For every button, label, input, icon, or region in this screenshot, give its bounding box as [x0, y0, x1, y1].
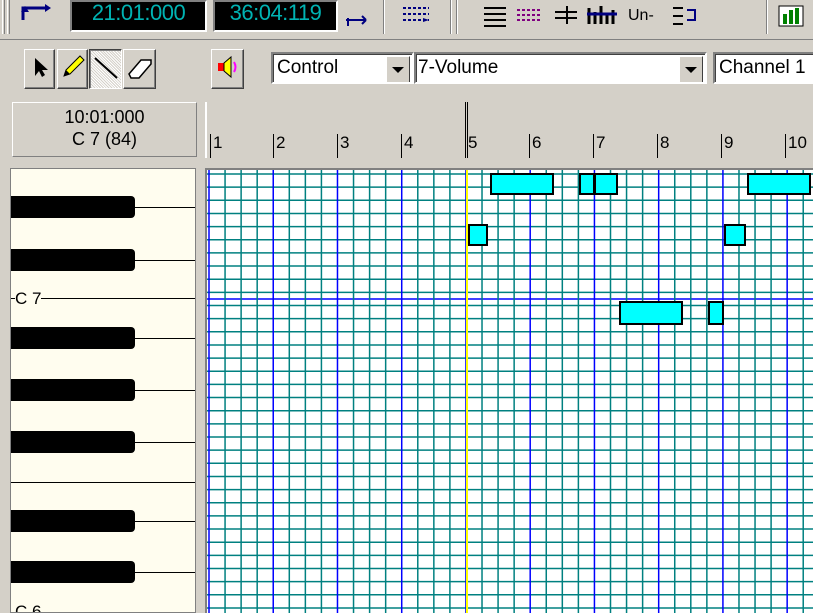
octave-label-c7: C 7	[15, 289, 42, 309]
ruler-measure-label: 5	[468, 133, 478, 152]
svg-text:Un-: Un-	[628, 7, 654, 24]
ruler-measure-label: 10	[788, 133, 807, 152]
midi-note[interactable]	[594, 173, 618, 195]
channel-select[interactable]: Channel 1	[713, 52, 813, 84]
end-time-display[interactable]: 36:04:119	[213, 0, 338, 32]
piano-key-divider	[11, 260, 195, 261]
piano-key-divider	[11, 521, 195, 522]
note-grid-canvas[interactable]	[207, 170, 813, 613]
piano-key-divider	[11, 338, 195, 339]
ruler-measure-label: 3	[340, 133, 350, 152]
ruler-measure-tick	[721, 134, 722, 158]
ruler-measure-tick	[273, 134, 274, 158]
ruler-measure-label: 7	[596, 133, 606, 152]
snap-icon[interactable]	[342, 2, 372, 28]
ruler-measure-label: 6	[532, 133, 542, 152]
grid-background	[207, 170, 813, 613]
speaker-icon	[215, 54, 241, 85]
toolbar-separator	[456, 0, 458, 34]
ruler-measure-tick	[210, 134, 211, 158]
ruler-measure-tick	[593, 134, 594, 158]
piano-key-divider	[11, 482, 195, 483]
toolbar-separator	[450, 0, 452, 34]
toolbar-grip[interactable]	[2, 0, 5, 34]
ruler-measure-tick	[337, 134, 338, 158]
ruler-measure-label: 4	[404, 133, 414, 152]
select-tool-button[interactable]	[24, 49, 55, 89]
piano-keyboard[interactable]: C 7 C 6	[10, 168, 196, 613]
pencil-icon	[60, 54, 86, 85]
event-list-icon[interactable]	[515, 2, 543, 28]
loop-icon[interactable]	[19, 2, 53, 28]
select-arrow-icon	[31, 56, 49, 83]
erase-tool-button[interactable]	[123, 49, 156, 89]
cursor-pitch: C 7 (84)	[71, 129, 138, 149]
draw-tool-button[interactable]	[57, 49, 88, 89]
cursor-time: 10:01:000	[64, 107, 145, 127]
transport-toolbar: 21:01:000 36:04:119 Un-	[0, 0, 813, 40]
ruler-measure-tick	[465, 102, 466, 158]
position-info-panel: 10:01:000 C 7 (84)	[12, 102, 197, 157]
ruler-measure-label: 2	[276, 133, 286, 152]
meter-icon[interactable]	[777, 2, 807, 28]
staff-icon[interactable]	[553, 2, 579, 28]
time-ruler[interactable]: 1 2 3 4 5 6 7 8 9 10	[205, 102, 813, 158]
toolbar-separator	[766, 0, 768, 34]
piano-key-divider	[11, 390, 195, 391]
midi-note[interactable]	[724, 224, 746, 246]
chevron-down-icon[interactable]	[679, 56, 703, 82]
note-edit-icon[interactable]	[669, 2, 697, 28]
piano-key-divider	[11, 572, 195, 573]
track-view-icon[interactable]	[482, 2, 508, 28]
midi-note[interactable]	[490, 173, 554, 195]
ruler-measure-tick	[785, 134, 786, 158]
controller-select-value: 7-Volume	[418, 57, 499, 78]
ruler-measure-label: 9	[724, 133, 734, 152]
midi-note[interactable]	[468, 224, 488, 246]
line-tool-button[interactable]	[89, 49, 122, 89]
piano-key-divider	[11, 207, 195, 208]
ruler-measure-label: 1	[213, 133, 223, 152]
mode-select-value: Control	[277, 57, 339, 78]
midi-note[interactable]	[579, 173, 595, 195]
mode-select[interactable]: Control	[271, 52, 414, 84]
ruler-measure-tick	[657, 134, 658, 158]
midi-note[interactable]	[747, 173, 811, 195]
toolbar-separator	[383, 0, 385, 34]
midi-note[interactable]	[708, 301, 724, 325]
scrub-tool-button[interactable]	[211, 49, 244, 89]
toolbar-grip[interactable]	[7, 0, 10, 34]
track-list-icon[interactable]	[399, 2, 435, 28]
chevron-down-icon[interactable]	[386, 56, 410, 82]
ruler-measure-label: 8	[660, 133, 670, 152]
controller-select[interactable]: 7-Volume	[414, 52, 707, 84]
line-icon	[93, 54, 119, 85]
ruler-measure-tick	[529, 134, 530, 158]
midi-note[interactable]	[619, 301, 683, 325]
piano-roll-grid[interactable]	[205, 168, 813, 613]
octave-label-c6: C 6	[15, 602, 42, 612]
mixer-icon[interactable]	[585, 2, 619, 28]
ruler-measure-tick	[401, 134, 402, 158]
un-icon[interactable]: Un-	[628, 2, 662, 28]
now-time-display[interactable]: 21:01:000	[70, 0, 207, 32]
piano-key-divider	[11, 442, 195, 443]
channel-select-value: Channel 1	[719, 57, 806, 78]
eraser-icon	[127, 54, 153, 85]
